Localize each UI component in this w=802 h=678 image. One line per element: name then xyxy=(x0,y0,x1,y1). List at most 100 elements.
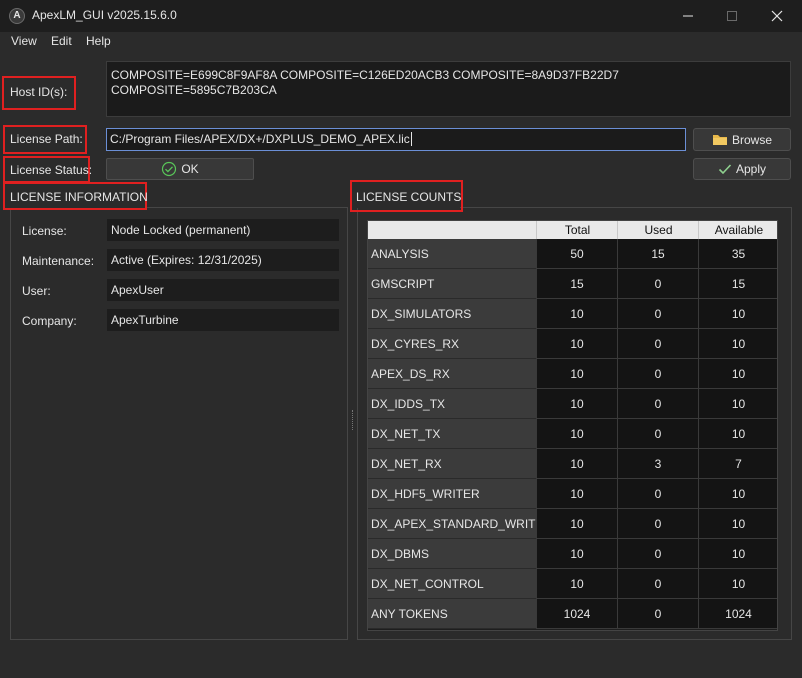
table-header: Total Used Available xyxy=(368,221,777,239)
text-cursor xyxy=(410,132,412,146)
info-label-maintenance: Maintenance: xyxy=(22,254,95,268)
close-icon xyxy=(771,10,783,22)
cell-total: 15 xyxy=(536,269,617,299)
info-value-user: ApexUser xyxy=(107,279,339,301)
row-header: DX_HDF5_WRITER xyxy=(368,479,536,509)
row-header: DX_CYRES_RX xyxy=(368,329,536,359)
table-row[interactable]: DX_NET_RX 10 3 7 xyxy=(368,449,777,479)
cell-total: 10 xyxy=(536,509,617,539)
license-status-label: License Status: xyxy=(10,163,93,177)
checkmark-icon xyxy=(718,164,732,175)
row-header: DX_IDDS_TX xyxy=(368,389,536,419)
cell-available: 10 xyxy=(698,569,777,599)
table-row[interactable]: DX_CYRES_RX 10 0 10 xyxy=(368,329,777,359)
row-header: GMSCRIPT xyxy=(368,269,536,299)
folder-icon xyxy=(712,135,727,145)
table-row[interactable]: ANY TOKENS 1024 0 1024 xyxy=(368,599,777,629)
cell-used: 0 xyxy=(617,509,698,539)
menu-edit[interactable]: Edit xyxy=(51,34,72,48)
cell-total: 10 xyxy=(536,329,617,359)
row-header: ANY TOKENS xyxy=(368,599,536,629)
apply-button[interactable]: Apply xyxy=(693,158,791,180)
host-id-label: Host ID(s): xyxy=(10,85,68,99)
table-row[interactable]: DX_NET_CONTROL 10 0 10 xyxy=(368,569,777,599)
cell-available: 10 xyxy=(698,539,777,569)
cell-available: 7 xyxy=(698,449,777,479)
row-header: DX_SIMULATORS xyxy=(368,299,536,329)
menu-help[interactable]: Help xyxy=(86,34,111,48)
table-row[interactable]: DX_NET_TX 10 0 10 xyxy=(368,419,777,449)
cell-used: 0 xyxy=(617,269,698,299)
cell-used: 0 xyxy=(617,389,698,419)
cell-total: 10 xyxy=(536,539,617,569)
col-header-available[interactable]: Available xyxy=(698,221,777,239)
cell-total: 10 xyxy=(536,299,617,329)
browse-button[interactable]: Browse xyxy=(693,128,791,151)
info-label-license: License: xyxy=(22,224,67,238)
info-value-company: ApexTurbine xyxy=(107,309,339,331)
cell-total: 10 xyxy=(536,479,617,509)
cell-available: 10 xyxy=(698,329,777,359)
cell-used: 0 xyxy=(617,299,698,329)
cell-used: 0 xyxy=(617,479,698,509)
cell-available: 15 xyxy=(698,269,777,299)
info-value-license: Node Locked (permanent) xyxy=(107,219,339,241)
cell-used: 0 xyxy=(617,419,698,449)
ok-check-icon xyxy=(162,161,177,177)
window-title: ApexLM_GUI v2025.15.6.0 xyxy=(32,8,177,22)
cell-used: 0 xyxy=(617,329,698,359)
table-row[interactable]: ANALYSIS 50 15 35 xyxy=(368,239,777,269)
cell-used: 0 xyxy=(617,569,698,599)
cell-used: 0 xyxy=(617,359,698,389)
row-header: ANALYSIS xyxy=(368,239,536,269)
cell-total: 1024 xyxy=(536,599,617,629)
cell-used: 0 xyxy=(617,599,698,629)
license-path-label: License Path: xyxy=(10,132,83,146)
cell-available: 10 xyxy=(698,389,777,419)
col-header-total[interactable]: Total xyxy=(536,221,618,239)
table-row[interactable]: DX_HDF5_WRITER 10 0 10 xyxy=(368,479,777,509)
cell-used: 0 xyxy=(617,539,698,569)
row-header: DX_DBMS xyxy=(368,539,536,569)
license-status-value: OK xyxy=(181,162,199,176)
cell-total: 10 xyxy=(536,419,617,449)
table-row[interactable]: DX_DBMS 10 0 10 xyxy=(368,539,777,569)
cell-total: 10 xyxy=(536,389,617,419)
cell-available: 10 xyxy=(698,359,777,389)
cell-available: 10 xyxy=(698,479,777,509)
cell-total: 50 xyxy=(536,239,617,269)
cell-used: 15 xyxy=(617,239,698,269)
info-value-maintenance: Active (Expires: 12/31/2025) xyxy=(107,249,339,271)
close-button[interactable] xyxy=(754,0,800,32)
browse-label: Browse xyxy=(731,132,772,147)
minimize-button[interactable] xyxy=(665,0,711,32)
table-corner xyxy=(368,221,536,239)
host-id-field[interactable]: COMPOSITE=E699C8F9AF8A COMPOSITE=C126ED2… xyxy=(106,61,791,117)
table-row[interactable]: GMSCRIPT 15 0 15 xyxy=(368,269,777,299)
menu-view[interactable]: View xyxy=(11,34,37,48)
table-row[interactable]: DX_APEX_STANDARD_WRITE 10 0 10 xyxy=(368,509,777,539)
license-path-input[interactable]: C:/Program Files/APEX/DX+/DXPLUS_DEMO_AP… xyxy=(106,128,686,151)
cell-available: 10 xyxy=(698,299,777,329)
license-information-title: LICENSE INFORMATION xyxy=(10,190,148,204)
col-header-used[interactable]: Used xyxy=(617,221,699,239)
splitter-handle[interactable] xyxy=(352,410,355,430)
cell-available: 10 xyxy=(698,419,777,449)
cell-total: 10 xyxy=(536,449,617,479)
license-counts-table[interactable]: Total Used Available ANALYSIS 50 15 35 GMSCR… xyxy=(367,220,778,631)
menu-bar xyxy=(0,32,802,52)
table-row[interactable]: DX_IDDS_TX 10 0 10 xyxy=(368,389,777,419)
table-row[interactable]: APEX_DS_RX 10 0 10 xyxy=(368,359,777,389)
cell-total: 10 xyxy=(536,359,617,389)
info-label-user: User: xyxy=(22,284,51,298)
info-label-company: Company: xyxy=(22,314,77,328)
table-row[interactable]: DX_SIMULATORS 10 0 10 xyxy=(368,299,777,329)
cell-used: 3 xyxy=(617,449,698,479)
cell-total: 10 xyxy=(536,569,617,599)
apply-label: Apply xyxy=(735,162,767,176)
license-information-group xyxy=(10,207,348,640)
row-header: DX_NET_CONTROL xyxy=(368,569,536,599)
maximize-button[interactable] xyxy=(709,0,755,32)
row-header: DX_APEX_STANDARD_WRITE xyxy=(368,509,536,539)
minimize-icon xyxy=(683,15,693,17)
